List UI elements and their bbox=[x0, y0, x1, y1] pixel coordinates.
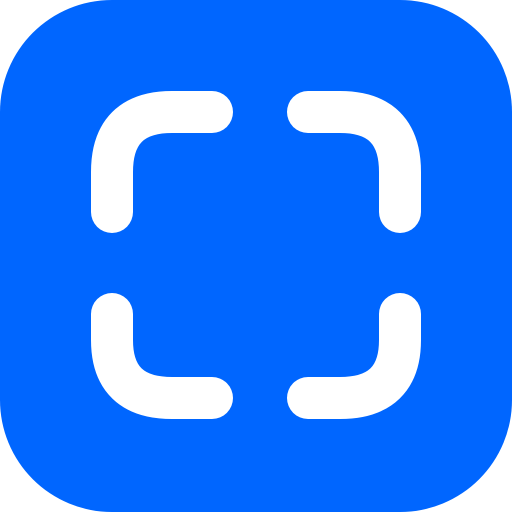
scan-frame-corner-bottom-right-icon bbox=[287, 293, 421, 419]
scan-frame-corner-bottom-left-icon bbox=[91, 293, 233, 419]
scan-frame-corner-top-left-icon bbox=[91, 91, 233, 233]
app-icon bbox=[0, 0, 512, 512]
scan-frame-icon bbox=[91, 91, 421, 419]
scan-frame-corner-top-right-icon bbox=[287, 91, 421, 233]
